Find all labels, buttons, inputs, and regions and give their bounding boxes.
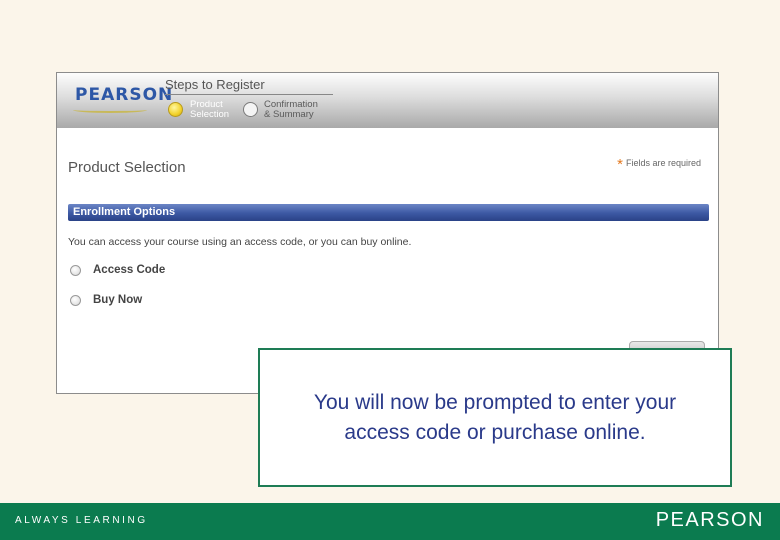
steps-divider <box>165 94 333 95</box>
access-code-radio[interactable] <box>70 264 81 276</box>
registration-screenshot: PEARSON Steps to Register Product Select… <box>56 72 719 394</box>
step-pending-icon <box>243 102 258 117</box>
step-label-line: & Summary <box>264 109 314 120</box>
callout-box: You will now be prompted to enter your a… <box>258 348 732 487</box>
section-header: Enrollment Options <box>68 204 709 221</box>
required-star-icon: * <box>617 156 623 173</box>
registration-header: PEARSON Steps to Register Product Select… <box>57 73 718 128</box>
callout-text: You will now be prompted to enter your a… <box>280 388 710 448</box>
option-label[interactable]: Buy Now <box>93 294 142 306</box>
option-buy-now[interactable]: Buy Now <box>70 293 142 307</box>
required-note: * Fields are required <box>617 156 701 173</box>
step-confirmation-summary[interactable]: Confirmation & Summary <box>264 100 334 120</box>
footer-bar: ALWAYS LEARNING PEARSON <box>0 503 780 540</box>
steps-title: Steps to Register <box>165 77 265 92</box>
required-note-text: Fields are required <box>625 158 701 168</box>
footer-tagline: ALWAYS LEARNING <box>15 515 148 526</box>
buy-now-radio[interactable] <box>70 294 81 306</box>
pearson-logo: PEARSON <box>75 85 174 105</box>
callout-line: access code or purchase online. <box>344 420 646 444</box>
callout-line: You will now be prompted to enter your <box>313 390 677 414</box>
option-label[interactable]: Access Code <box>93 264 165 276</box>
option-access-code[interactable]: Access Code <box>70 263 165 277</box>
footer-pearson-logo: PEARSON <box>655 509 764 531</box>
logo-swoosh-icon <box>73 107 147 113</box>
step-active-icon <box>168 102 183 117</box>
intro-text: You can access your course using an acce… <box>68 236 412 248</box>
page-title: Product Selection <box>68 159 186 176</box>
